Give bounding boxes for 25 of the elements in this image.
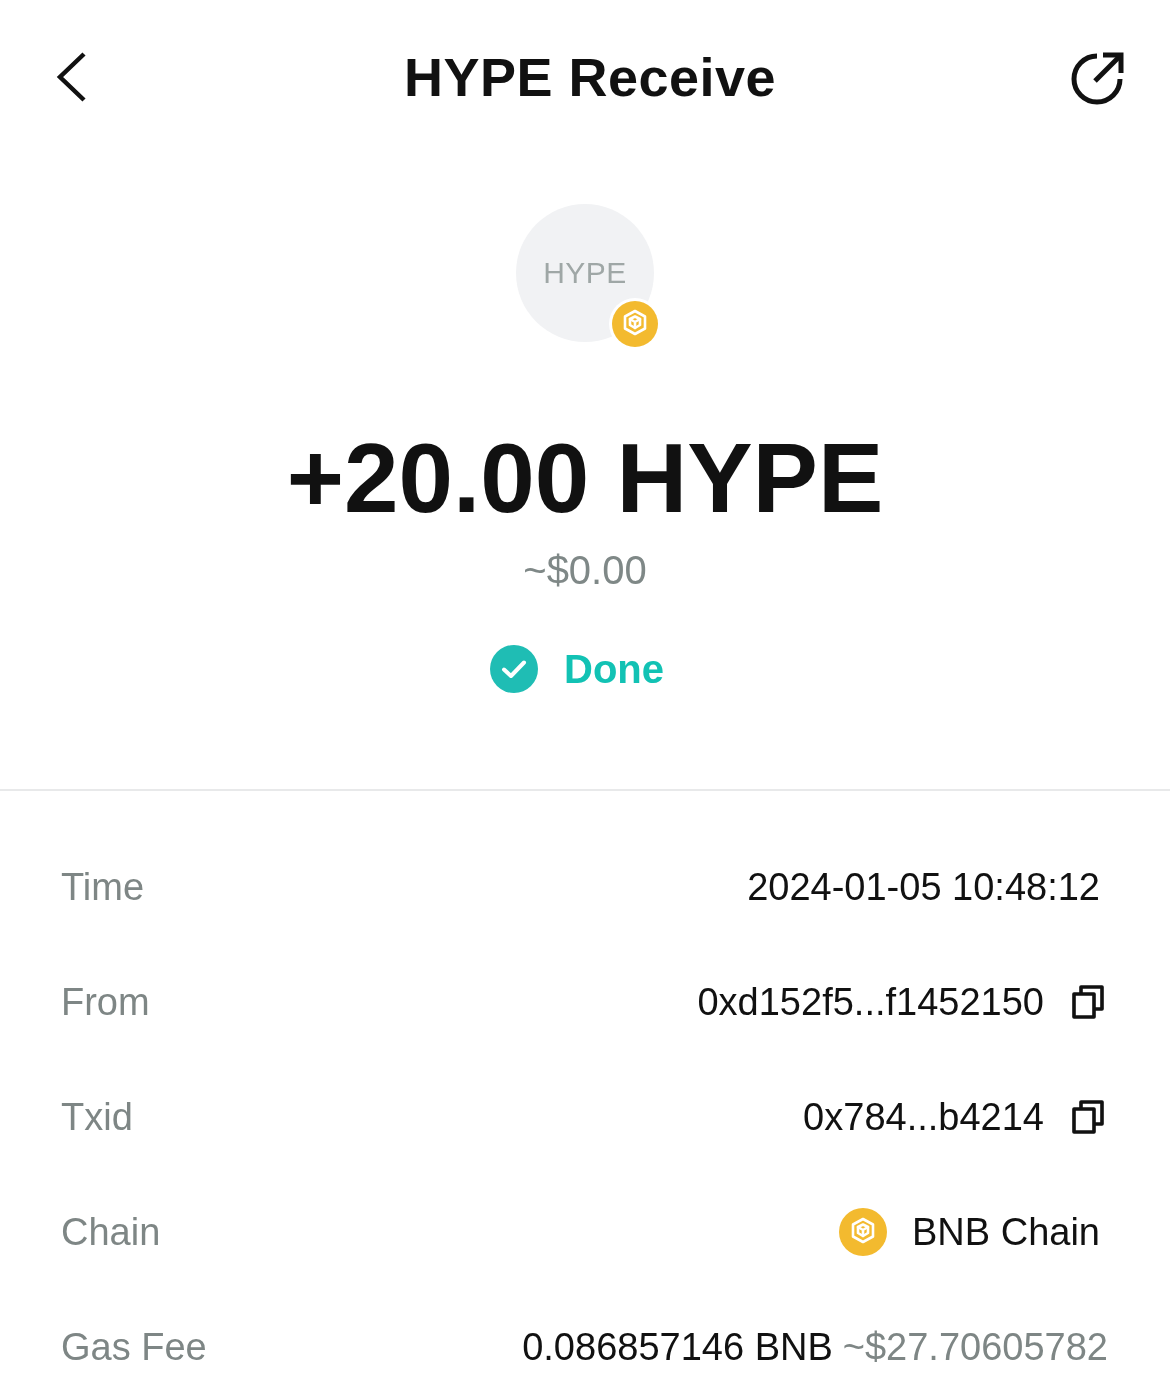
fiat-value: ~$0.00 [523,547,647,594]
detail-label: Gas Fee [61,1325,207,1369]
status-text: Done [564,646,664,693]
detail-label: Time [61,865,145,909]
detail-value: 0x784...b4214 [803,1095,1044,1139]
detail-value: BNB Chain [912,1210,1100,1254]
detail-value: 2024-01-05 10:48:12 [747,865,1100,909]
back-button[interactable] [54,51,88,103]
detail-label: From [61,980,150,1024]
chevron-left-icon [54,51,88,103]
detail-label: Txid [61,1095,133,1139]
detail-label: Chain [61,1210,161,1254]
chain-badge-icon [609,298,661,350]
copy-icon [1071,1099,1105,1135]
check-circle-icon [490,645,538,693]
page-title: HYPE Receive [403,46,777,108]
fiat-value: ~$27.70605782 [842,1325,1108,1369]
detail-value: 0.086857146 BNB [522,1325,833,1369]
copy-button[interactable] [1071,1099,1105,1135]
amount-text: +20.00 HYPE [286,422,884,535]
copy-icon [1071,984,1105,1020]
chain-logo-icon [839,1208,887,1256]
detail-value: 0xd152f5...f1452150 [697,980,1044,1024]
copy-button[interactable] [1071,984,1105,1020]
token-symbol: HYPE [543,256,627,290]
